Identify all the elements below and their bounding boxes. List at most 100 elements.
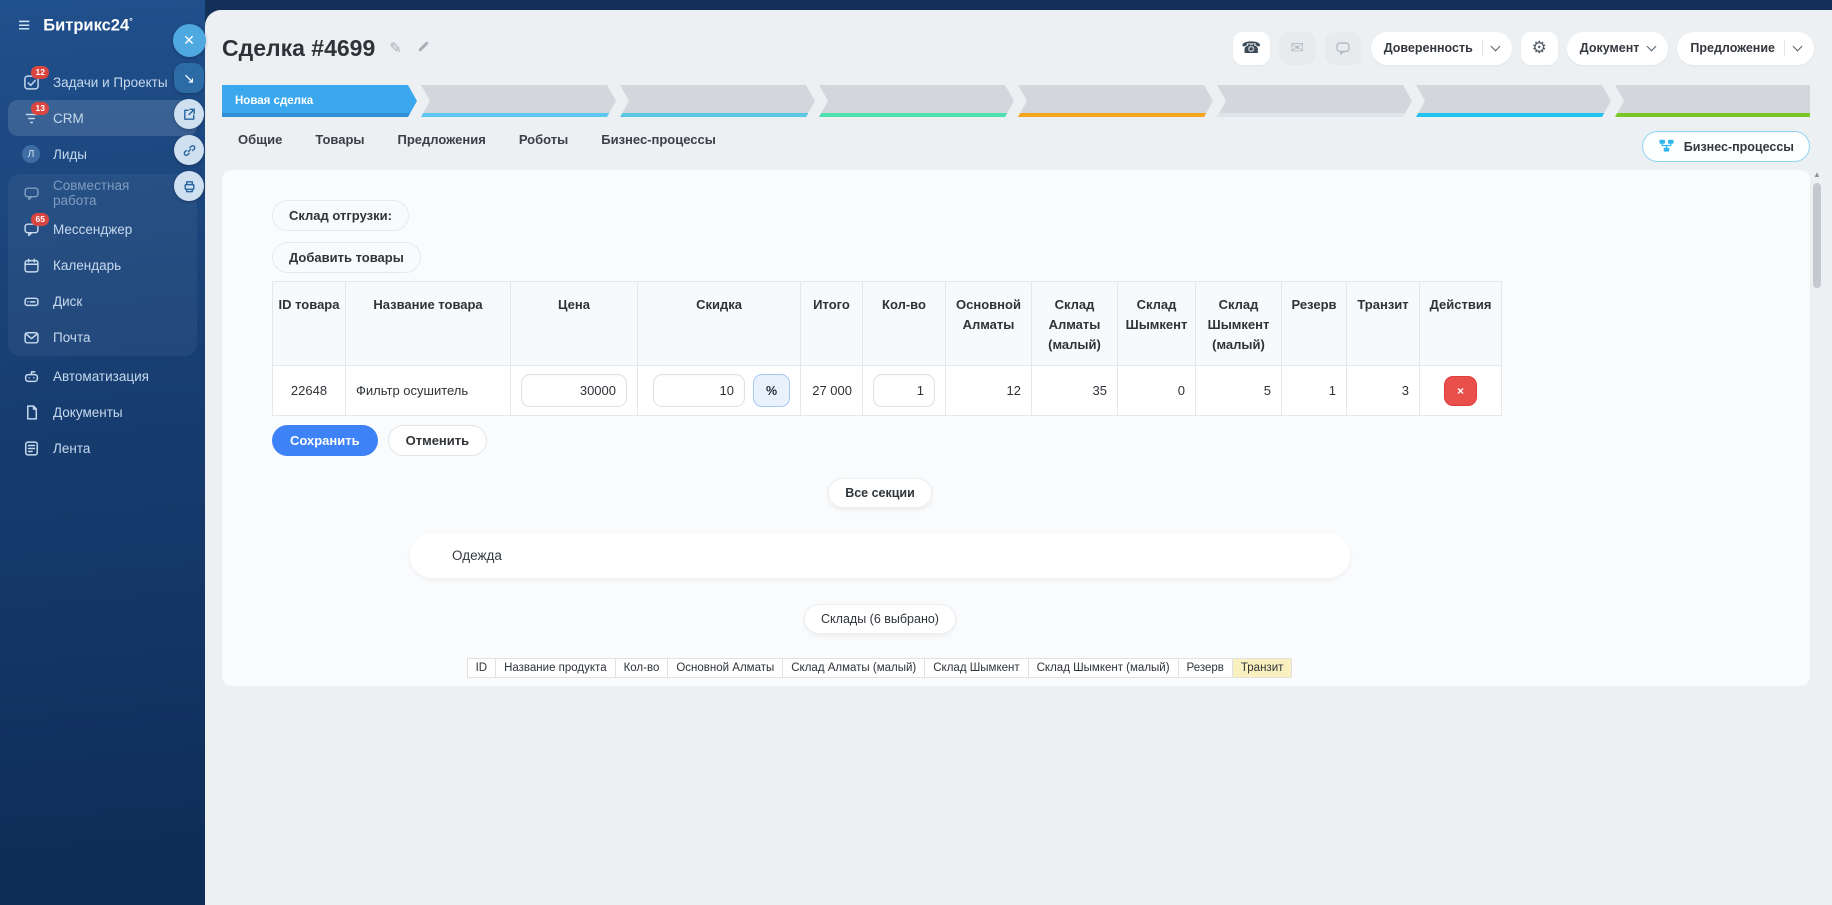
deal-tabs: Общие Товары Предложения Роботы Бизнес-п… bbox=[238, 132, 716, 147]
col-transit: Транзит bbox=[1347, 282, 1420, 366]
warehouses-filter-button[interactable]: Склады (6 выбрано) bbox=[804, 604, 956, 634]
sidebar-item-collaboration[interactable]: Совместная работа bbox=[8, 175, 197, 211]
price-input[interactable] bbox=[521, 374, 627, 407]
scroll-up-icon[interactable]: ▲ bbox=[1811, 170, 1823, 179]
messenger-icon: 65 bbox=[22, 220, 40, 238]
mail-icon bbox=[22, 328, 40, 346]
category-accordion[interactable]: Одежда bbox=[410, 533, 1350, 578]
open-new-window-icon[interactable] bbox=[174, 99, 204, 129]
app-logo[interactable]: Битрикс24° bbox=[43, 16, 133, 36]
mini-col-main-almaty: Основной Алматы bbox=[667, 658, 783, 678]
add-products-button[interactable]: Добавить товары bbox=[272, 242, 421, 273]
document-button[interactable]: Документ bbox=[1567, 32, 1669, 65]
chat-button[interactable] bbox=[1325, 32, 1362, 65]
stage-new-deal[interactable]: Новая сделка bbox=[222, 85, 417, 117]
sidebar-item-label: Мессенджер bbox=[53, 222, 132, 237]
edit-title-icon[interactable]: ✎ bbox=[389, 39, 402, 57]
quantity-cell bbox=[863, 366, 946, 416]
business-processes-button[interactable]: Бизнес-процессы bbox=[1642, 131, 1810, 162]
sidebar-item-drive[interactable]: Диск bbox=[8, 283, 197, 319]
shipment-warehouse-button[interactable]: Склад отгрузки: bbox=[272, 200, 409, 231]
col-product-id: ID товара bbox=[273, 282, 346, 366]
close-icon[interactable]: ✕ bbox=[173, 24, 206, 57]
page-title: Сделка #4699 bbox=[222, 35, 375, 62]
sidebar-item-messenger[interactable]: 65 Мессенджер bbox=[8, 211, 197, 247]
sidebar-item-label: Документы bbox=[53, 405, 123, 420]
catalog-section: Все секции Одежда Склады (6 выбрано) ID … bbox=[410, 470, 1350, 678]
stage-3[interactable] bbox=[620, 85, 815, 117]
products-section-card: Склад отгрузки: Добавить товары ID товар… bbox=[222, 170, 1810, 686]
catalog-table-header: ID Название продукта Кол-во Основной Алм… bbox=[468, 658, 1293, 678]
actions-cell: × bbox=[1420, 366, 1502, 416]
sidebar-item-feed[interactable]: Лента bbox=[8, 430, 197, 466]
sidebar-item-label: Диск bbox=[53, 294, 82, 309]
col-main-almaty: Основной Алматы bbox=[946, 282, 1032, 366]
hamburger-menu-icon[interactable]: ≡ bbox=[18, 15, 30, 36]
sidebar-item-documents[interactable]: Документы bbox=[8, 394, 197, 430]
tab-general[interactable]: Общие bbox=[238, 132, 282, 147]
automation-icon bbox=[22, 367, 40, 385]
mini-col-shymkent-small: Склад Шымкент (малый) bbox=[1028, 658, 1179, 678]
col-total: Итого bbox=[801, 282, 863, 366]
transit-value: 3 bbox=[1347, 366, 1420, 416]
stage-2[interactable] bbox=[421, 85, 616, 117]
all-sections-button[interactable]: Все секции bbox=[828, 478, 932, 508]
slider-side-controls: ✕ ↘ bbox=[172, 24, 206, 201]
chevron-down-icon bbox=[1793, 41, 1803, 51]
feed-icon bbox=[22, 439, 40, 457]
collaboration-group: Совместная работа 65 Мессенджер Календар… bbox=[8, 174, 197, 356]
stage-8[interactable] bbox=[1615, 85, 1810, 117]
shymkent-stock: 0 bbox=[1118, 366, 1196, 416]
product-row: 22648 Фильтр осушитель % 27 000 bbox=[273, 366, 1502, 416]
almaty-small-stock: 35 bbox=[1032, 366, 1118, 416]
discount-input[interactable] bbox=[653, 374, 745, 407]
sidebar-item-label: Календарь bbox=[53, 258, 121, 273]
settings-gear-button[interactable]: ⚙ bbox=[1521, 32, 1558, 65]
deal-header: Сделка #4699 ✎ ☎ ✉ Доверенность ⚙ Докуме… bbox=[222, 28, 1814, 68]
stage-7[interactable] bbox=[1416, 85, 1611, 117]
form-buttons: Сохранить Отменить bbox=[272, 425, 487, 456]
reserve-value: 1 bbox=[1282, 366, 1347, 416]
scrollbar-thumb[interactable] bbox=[1813, 183, 1821, 288]
discount-unit-button[interactable]: % bbox=[753, 374, 790, 407]
sidebar-item-label: Почта bbox=[53, 330, 91, 345]
sidebar-item-tasks[interactable]: 12 Задачи и Проекты bbox=[8, 64, 197, 100]
col-actions: Действия bbox=[1420, 282, 1502, 366]
mini-col-transit: Транзит bbox=[1232, 658, 1293, 678]
sidebar-item-crm[interactable]: 13 CRM bbox=[8, 100, 197, 136]
sidebar-item-calendar[interactable]: Календарь bbox=[8, 247, 197, 283]
shymkent-small-stock: 5 bbox=[1196, 366, 1282, 416]
tasks-icon: 12 bbox=[22, 73, 40, 91]
sidebar-item-leads[interactable]: Л Лиды bbox=[8, 136, 197, 172]
tab-business-processes[interactable]: Бизнес-процессы bbox=[601, 132, 716, 147]
col-reserve: Резерв bbox=[1282, 282, 1347, 366]
stage-5[interactable] bbox=[1018, 85, 1213, 117]
copy-link-icon[interactable] bbox=[174, 135, 204, 165]
cancel-button[interactable]: Отменить bbox=[388, 425, 488, 456]
tab-proposals[interactable]: Предложения bbox=[398, 132, 486, 147]
tab-products[interactable]: Товары bbox=[315, 132, 364, 147]
print-icon[interactable] bbox=[174, 171, 204, 201]
tab-robots[interactable]: Роботы bbox=[519, 132, 568, 147]
sidebar-item-automation[interactable]: Автоматизация bbox=[8, 358, 197, 394]
quantity-input[interactable] bbox=[873, 374, 935, 407]
save-button[interactable]: Сохранить bbox=[272, 425, 378, 456]
product-name: Фильтр осушитель bbox=[346, 366, 511, 416]
stage-6[interactable] bbox=[1217, 85, 1412, 117]
mini-col-quantity: Кол-во bbox=[615, 658, 669, 678]
sidebar-item-label: Лиды bbox=[53, 147, 87, 162]
proposal-button[interactable]: Предложение bbox=[1677, 32, 1814, 65]
minimize-icon[interactable]: ↘ bbox=[174, 63, 204, 93]
link-icon[interactable] bbox=[416, 39, 431, 58]
sidebar-item-label: Задачи и Проекты bbox=[53, 75, 168, 90]
price-cell bbox=[511, 366, 638, 416]
power-of-attorney-button[interactable]: Доверенность bbox=[1371, 32, 1512, 65]
col-shymkent-small: Склад Шымкент (малый) bbox=[1196, 282, 1282, 366]
sidebar-item-mail[interactable]: Почта bbox=[8, 319, 197, 355]
email-button[interactable]: ✉ bbox=[1279, 32, 1316, 65]
divider bbox=[1482, 40, 1483, 56]
chevron-down-icon bbox=[1490, 41, 1500, 51]
call-button[interactable]: ☎ bbox=[1233, 32, 1270, 65]
stage-4[interactable] bbox=[819, 85, 1014, 117]
delete-row-button[interactable]: × bbox=[1444, 376, 1477, 406]
